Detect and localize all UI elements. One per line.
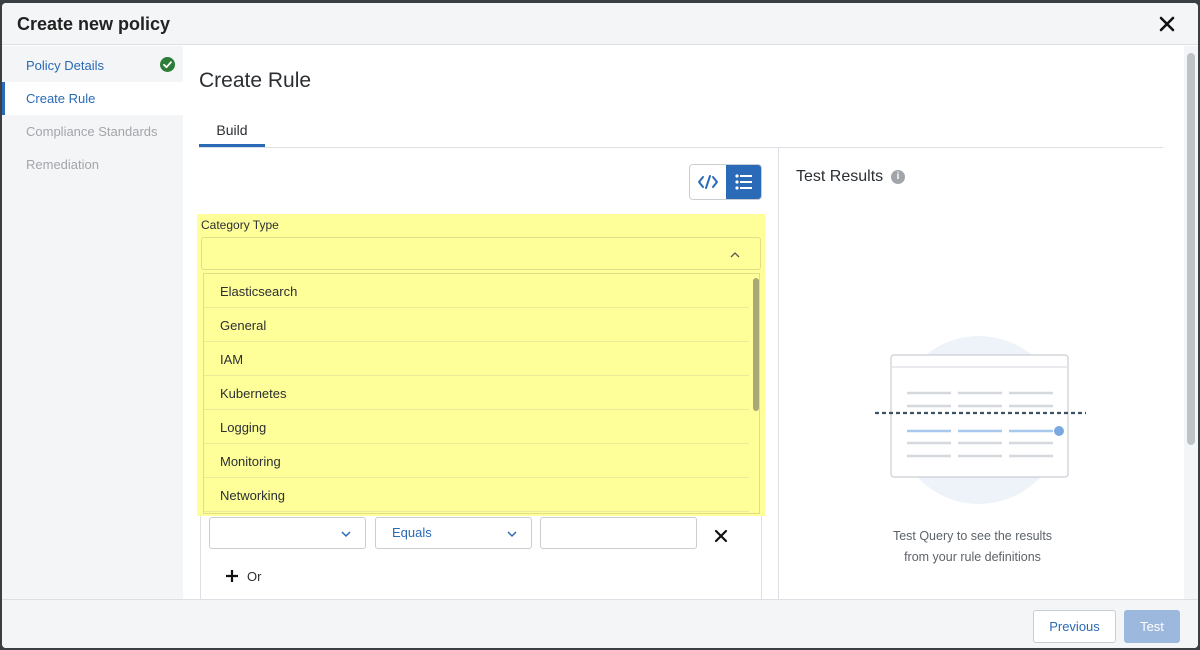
value-input[interactable] [540, 517, 697, 549]
sidebar-item-remediation[interactable]: Remediation [2, 148, 183, 181]
main-scrollbar-thumb[interactable] [1187, 53, 1195, 445]
wizard-sidebar: Policy Details Create Rule Compliance St… [2, 46, 183, 599]
add-or-label: Or [247, 569, 262, 584]
sidebar-item-create-rule[interactable]: Create Rule [2, 82, 183, 115]
modal-title: Create new policy [17, 14, 171, 34]
plus-icon [226, 570, 238, 582]
empty-results-line-2: from your rule definitions [904, 550, 1041, 564]
sidebar-item-policy-details[interactable]: Policy Details [2, 49, 183, 82]
chevron-down-icon [341, 531, 351, 538]
dropdown-option[interactable]: Monitoring [204, 444, 749, 478]
sidebar-item-label: Remediation [26, 157, 99, 172]
sidebar-item-compliance-standards[interactable]: Compliance Standards [2, 115, 183, 148]
info-icon[interactable]: i [891, 170, 905, 184]
main-scrollbar[interactable] [1184, 46, 1198, 599]
empty-results-illustration [875, 336, 1086, 504]
remove-condition-icon[interactable] [714, 529, 728, 543]
view-toggle [689, 164, 762, 200]
dropdown-option[interactable]: Logging [204, 410, 749, 444]
modal-header: Create new policy [2, 3, 1198, 45]
check-circle-icon [160, 57, 175, 72]
list-view-button[interactable] [726, 165, 761, 199]
dropdown-scrollbar-thumb[interactable] [753, 278, 759, 411]
main-panel: Create Rule Build Equals Or Category Typ… [183, 46, 1184, 601]
sidebar-item-label: Policy Details [26, 58, 105, 73]
test-results-title: Test Results [796, 168, 884, 185]
tab-build[interactable]: Build [199, 119, 265, 147]
category-type-select[interactable] [201, 237, 761, 270]
empty-results-line-1: Test Query to see the results [892, 529, 1053, 543]
list-icon [735, 174, 752, 190]
dropdown-scrollbar[interactable] [752, 274, 759, 513]
add-or-button[interactable]: Or [225, 569, 261, 589]
dropdown-option[interactable]: IAM [204, 342, 749, 376]
operator-select-value: Equals [392, 525, 432, 540]
close-icon[interactable] [1158, 15, 1176, 33]
operator-select[interactable]: Equals [375, 517, 532, 549]
chevron-up-icon [730, 252, 740, 258]
dropdown-option[interactable]: Elasticsearch [204, 274, 749, 308]
code-view-button[interactable] [690, 165, 726, 199]
previous-button[interactable]: Previous [1033, 610, 1116, 643]
empty-results-message: Test Query to see the results from your … [779, 526, 1166, 568]
page-title: Create Rule [199, 69, 312, 92]
dropdown-option[interactable]: Networking [204, 478, 749, 512]
category-type-label: Category Type [201, 218, 279, 232]
modal-footer: Previous Test [2, 599, 1198, 648]
test-button[interactable]: Test [1124, 610, 1180, 643]
create-policy-modal: Create new policy Policy Details Create … [2, 3, 1198, 648]
test-results-panel: Test Results i Test Query to see the res… [778, 148, 1165, 599]
field-select[interactable] [209, 517, 366, 549]
code-icon [698, 175, 718, 189]
dropdown-option[interactable]: General [204, 308, 749, 342]
dropdown-option[interactable]: Kubernetes [204, 376, 749, 410]
category-dropdown-menu: Elasticsearch General IAM Kubernetes Log… [203, 273, 760, 514]
sidebar-item-label: Create Rule [26, 91, 96, 106]
sidebar-item-label: Compliance Standards [26, 124, 158, 139]
chevron-down-icon [507, 531, 517, 538]
